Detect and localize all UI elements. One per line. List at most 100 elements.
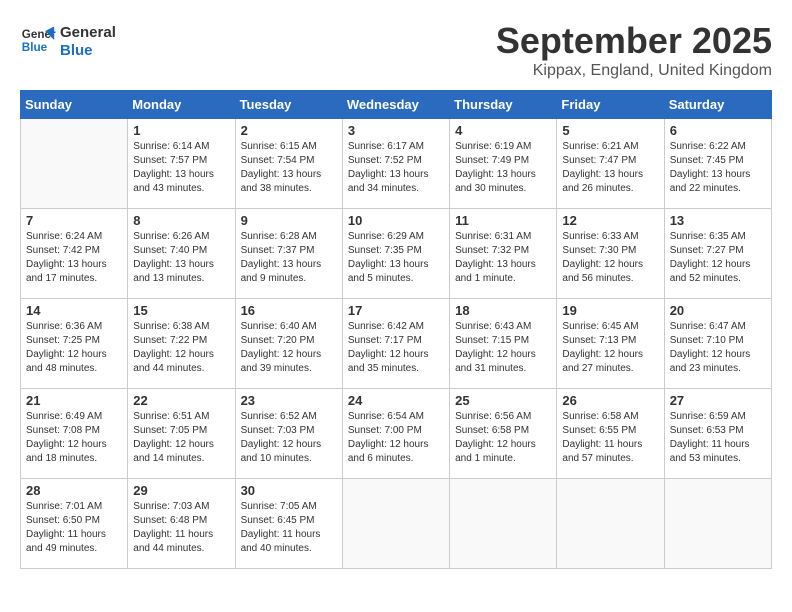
location: Kippax, England, United Kingdom bbox=[496, 62, 772, 80]
cell-info: Sunrise: 6:29 AMSunset: 7:35 PMDaylight:… bbox=[348, 230, 444, 286]
day-number: 4 bbox=[455, 123, 551, 138]
day-number: 22 bbox=[133, 393, 229, 408]
calendar-cell: 13 Sunrise: 6:35 AMSunset: 7:27 PMDayligh… bbox=[664, 209, 771, 299]
day-number: 17 bbox=[348, 303, 444, 318]
cell-info: Sunrise: 6:33 AMSunset: 7:30 PMDaylight:… bbox=[562, 230, 658, 286]
calendar-cell: 1Sunrise: 6:14 AMSunset: 7:57 PMDaylight… bbox=[128, 119, 235, 209]
day-number: 30 bbox=[241, 483, 337, 498]
cell-info: Sunrise: 6:24 AMSunset: 7:42 PMDaylight:… bbox=[26, 230, 122, 286]
calendar-cell: 7 Sunrise: 6:24 AMSunset: 7:42 PMDaylight… bbox=[21, 209, 128, 299]
cell-info: Sunrise: 6:22 AMSunset: 7:45 PMDaylight:… bbox=[670, 140, 766, 196]
day-number: 3 bbox=[348, 123, 444, 138]
calendar-cell: 19Sunrise: 6:45 AMSunset: 7:13 PMDayligh… bbox=[557, 299, 664, 389]
calendar-cell: 20Sunrise: 6:47 AMSunset: 7:10 PMDayligh… bbox=[664, 299, 771, 389]
day-number: 15 bbox=[133, 303, 229, 318]
day-number: 13 bbox=[670, 213, 766, 228]
cell-info: Sunrise: 6:52 AMSunset: 7:03 PMDaylight:… bbox=[241, 410, 337, 466]
header-day-monday: Monday bbox=[128, 91, 235, 119]
calendar-cell: 29 Sunrise: 7:03 AMSunset: 6:48 PMDayligh… bbox=[128, 479, 235, 569]
cell-info: Sunrise: 6:15 AMSunset: 7:54 PMDaylight:… bbox=[241, 140, 337, 196]
cell-info: Sunrise: 6:49 AMSunset: 7:08 PMDaylight:… bbox=[26, 410, 122, 466]
header-day-tuesday: Tuesday bbox=[235, 91, 342, 119]
day-number: 7 bbox=[26, 213, 122, 228]
cell-info: Sunrise: 6:31 AMSunset: 7:32 PMDaylight:… bbox=[455, 230, 551, 286]
calendar-cell: 22Sunrise: 6:51 AMSunset: 7:05 PMDayligh… bbox=[128, 389, 235, 479]
cell-info: Sunrise: 6:43 AMSunset: 7:15 PMDaylight:… bbox=[455, 320, 551, 376]
calendar-cell: 9 Sunrise: 6:28 AMSunset: 7:37 PMDaylight… bbox=[235, 209, 342, 299]
logo: General Blue General Blue bbox=[20, 20, 116, 60]
cell-info: Sunrise: 6:54 AMSunset: 7:00 PMDaylight:… bbox=[348, 410, 444, 466]
calendar-cell: 11 Sunrise: 6:31 AMSunset: 7:32 PMDayligh… bbox=[450, 209, 557, 299]
cell-info: Sunrise: 6:47 AMSunset: 7:10 PMDaylight:… bbox=[670, 320, 766, 376]
cell-info: Sunrise: 6:28 AMSunset: 7:37 PMDaylight:… bbox=[241, 230, 337, 286]
calendar-cell: 18 Sunrise: 6:43 AMSunset: 7:15 PMDayligh… bbox=[450, 299, 557, 389]
calendar-cell: 23 Sunrise: 6:52 AMSunset: 7:03 PMDayligh… bbox=[235, 389, 342, 479]
week-row-3: 14Sunrise: 6:36 AMSunset: 7:25 PMDayligh… bbox=[21, 299, 772, 389]
calendar-cell: 16 Sunrise: 6:40 AMSunset: 7:20 PMDayligh… bbox=[235, 299, 342, 389]
calendar-cell: 5Sunrise: 6:21 AMSunset: 7:47 PMDaylight… bbox=[557, 119, 664, 209]
cell-info: Sunrise: 6:38 AMSunset: 7:22 PMDaylight:… bbox=[133, 320, 229, 376]
cell-info: Sunrise: 6:14 AMSunset: 7:57 PMDaylight:… bbox=[133, 140, 229, 196]
day-number: 12 bbox=[562, 213, 658, 228]
logo-general: General bbox=[60, 24, 116, 42]
title-block: September 2025 Kippax, England, United K… bbox=[496, 20, 772, 80]
calendar-cell: 6 Sunrise: 6:22 AMSunset: 7:45 PMDaylight… bbox=[664, 119, 771, 209]
calendar-cell bbox=[557, 479, 664, 569]
calendar-cell: 21 Sunrise: 6:49 AMSunset: 7:08 PMDayligh… bbox=[21, 389, 128, 479]
calendar-cell: 4 Sunrise: 6:19 AMSunset: 7:49 PMDaylight… bbox=[450, 119, 557, 209]
calendar-cell: 24 Sunrise: 6:54 AMSunset: 7:00 PMDayligh… bbox=[342, 389, 449, 479]
day-number: 16 bbox=[241, 303, 337, 318]
cell-info: Sunrise: 6:59 AMSunset: 6:53 PMDaylight:… bbox=[670, 410, 766, 466]
cell-info: Sunrise: 6:35 AMSunset: 7:27 PMDaylight:… bbox=[670, 230, 766, 286]
calendar-cell: 10 Sunrise: 6:29 AMSunset: 7:35 PMDayligh… bbox=[342, 209, 449, 299]
header-day-friday: Friday bbox=[557, 91, 664, 119]
calendar-table: SundayMondayTuesdayWednesdayThursdayFrid… bbox=[20, 90, 772, 569]
cell-info: Sunrise: 6:26 AMSunset: 7:40 PMDaylight:… bbox=[133, 230, 229, 286]
calendar-cell bbox=[450, 479, 557, 569]
header-row: SundayMondayTuesdayWednesdayThursdayFrid… bbox=[21, 91, 772, 119]
header-day-thursday: Thursday bbox=[450, 91, 557, 119]
day-number: 14 bbox=[26, 303, 122, 318]
day-number: 28 bbox=[26, 483, 122, 498]
day-number: 6 bbox=[670, 123, 766, 138]
cell-info: Sunrise: 6:42 AMSunset: 7:17 PMDaylight:… bbox=[348, 320, 444, 376]
calendar-cell bbox=[342, 479, 449, 569]
svg-text:Blue: Blue bbox=[22, 41, 48, 54]
day-number: 23 bbox=[241, 393, 337, 408]
page-header: General Blue General Blue September 2025… bbox=[20, 20, 772, 80]
cell-info: Sunrise: 6:40 AMSunset: 7:20 PMDaylight:… bbox=[241, 320, 337, 376]
day-number: 19 bbox=[562, 303, 658, 318]
header-day-wednesday: Wednesday bbox=[342, 91, 449, 119]
calendar-cell bbox=[21, 119, 128, 209]
week-row-5: 28Sunrise: 7:01 AMSunset: 6:50 PMDayligh… bbox=[21, 479, 772, 569]
logo-icon: General Blue bbox=[20, 22, 56, 58]
day-number: 10 bbox=[348, 213, 444, 228]
day-number: 29 bbox=[133, 483, 229, 498]
cell-info: Sunrise: 7:05 AMSunset: 6:45 PMDaylight:… bbox=[241, 500, 337, 556]
calendar-body: 1Sunrise: 6:14 AMSunset: 7:57 PMDaylight… bbox=[21, 119, 772, 569]
cell-info: Sunrise: 6:58 AMSunset: 6:55 PMDaylight:… bbox=[562, 410, 658, 466]
week-row-1: 1Sunrise: 6:14 AMSunset: 7:57 PMDaylight… bbox=[21, 119, 772, 209]
week-row-4: 21 Sunrise: 6:49 AMSunset: 7:08 PMDayligh… bbox=[21, 389, 772, 479]
cell-info: Sunrise: 6:19 AMSunset: 7:49 PMDaylight:… bbox=[455, 140, 551, 196]
day-number: 27 bbox=[670, 393, 766, 408]
calendar-cell: 27 Sunrise: 6:59 AMSunset: 6:53 PMDayligh… bbox=[664, 389, 771, 479]
calendar-cell: 3 Sunrise: 6:17 AMSunset: 7:52 PMDaylight… bbox=[342, 119, 449, 209]
cell-info: Sunrise: 6:56 AMSunset: 6:58 PMDaylight:… bbox=[455, 410, 551, 466]
month-title: September 2025 bbox=[496, 20, 772, 62]
cell-info: Sunrise: 6:17 AMSunset: 7:52 PMDaylight:… bbox=[348, 140, 444, 196]
cell-info: Sunrise: 7:03 AMSunset: 6:48 PMDaylight:… bbox=[133, 500, 229, 556]
calendar-cell: 15 Sunrise: 6:38 AMSunset: 7:22 PMDayligh… bbox=[128, 299, 235, 389]
day-number: 18 bbox=[455, 303, 551, 318]
week-row-2: 7 Sunrise: 6:24 AMSunset: 7:42 PMDaylight… bbox=[21, 209, 772, 299]
calendar-cell: 25 Sunrise: 6:56 AMSunset: 6:58 PMDayligh… bbox=[450, 389, 557, 479]
header-day-sunday: Sunday bbox=[21, 91, 128, 119]
calendar-cell: 14Sunrise: 6:36 AMSunset: 7:25 PMDayligh… bbox=[21, 299, 128, 389]
calendar-cell bbox=[664, 479, 771, 569]
calendar-header: SundayMondayTuesdayWednesdayThursdayFrid… bbox=[21, 91, 772, 119]
day-number: 24 bbox=[348, 393, 444, 408]
day-number: 9 bbox=[241, 213, 337, 228]
day-number: 21 bbox=[26, 393, 122, 408]
day-number: 25 bbox=[455, 393, 551, 408]
day-number: 11 bbox=[455, 213, 551, 228]
